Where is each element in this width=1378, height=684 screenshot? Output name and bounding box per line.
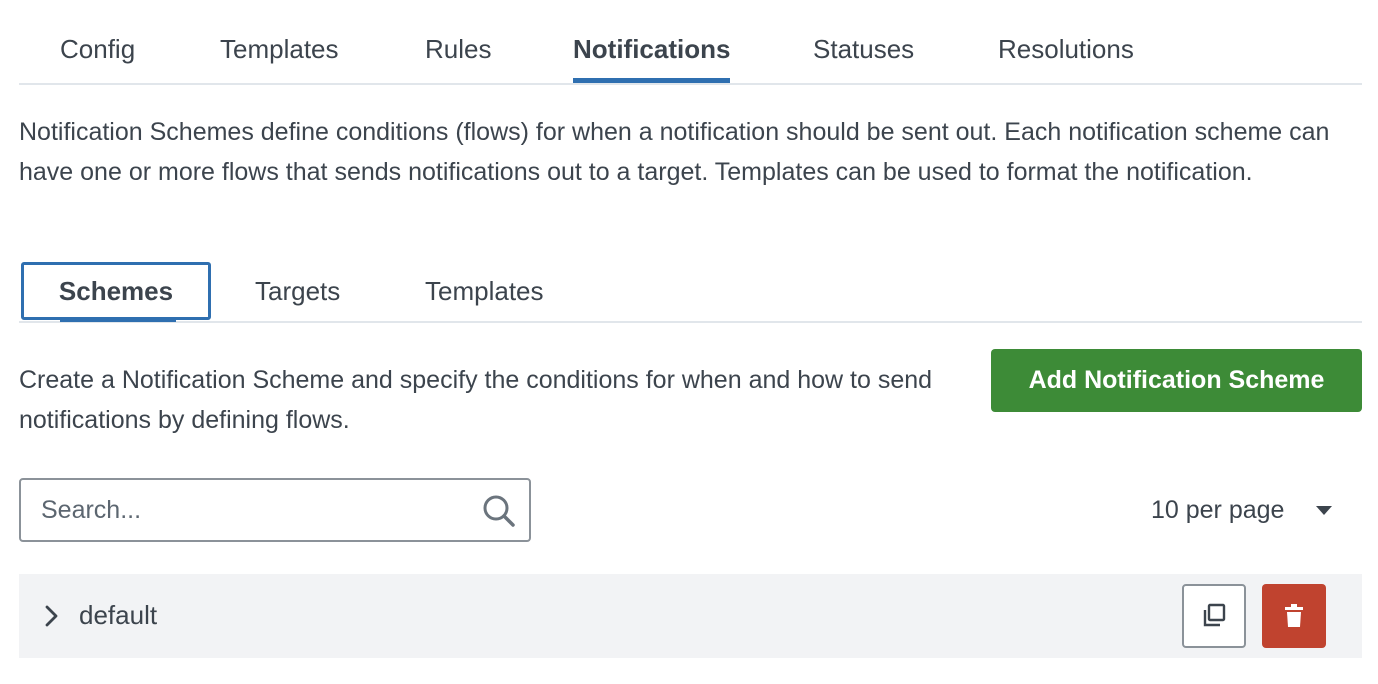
tab-label: Config — [60, 34, 136, 64]
tab-rules[interactable]: Rules — [425, 34, 491, 65]
sub-tab-bar: Schemes Targets Templates — [19, 262, 1362, 323]
per-page-select[interactable]: 10 per page — [1130, 486, 1362, 534]
active-tab-indicator — [60, 317, 176, 322]
trash-icon — [1285, 604, 1303, 627]
tab-resolutions[interactable]: Resolutions — [998, 34, 1134, 65]
delete-button[interactable] — [1262, 584, 1326, 648]
tab-label: Schemes — [58, 275, 174, 306]
tab-label: Resolutions — [998, 34, 1134, 64]
search-icon[interactable] — [481, 493, 517, 529]
tab-label: Statuses — [813, 34, 915, 64]
add-notification-scheme-button[interactable]: Add Notification Scheme — [991, 349, 1362, 412]
search-input[interactable] — [41, 480, 481, 540]
clone-button[interactable] — [1182, 584, 1246, 648]
clone-icon — [1203, 603, 1226, 627]
scheme-name: default — [79, 600, 158, 630]
tab-label: Targets — [255, 275, 341, 306]
tab-statuses[interactable]: Statuses — [813, 34, 914, 65]
per-page-value: 10 per page — [1151, 495, 1285, 524]
tab-label: Templates — [425, 275, 544, 306]
top-tab-bar: Config Templates Rules Notifications Sta… — [19, 0, 1362, 85]
scheme-row: default — [19, 574, 1362, 658]
intro-text: Notification Schemes define conditions (… — [19, 118, 1330, 186]
subtab-targets[interactable]: Targets — [255, 262, 340, 320]
caret-down-icon — [1316, 506, 1332, 515]
tab-config[interactable]: Config — [60, 34, 135, 65]
active-tab-indicator — [573, 78, 731, 83]
subtab-templates[interactable]: Templates — [425, 262, 544, 320]
tab-label: Rules — [425, 34, 492, 64]
tab-notifications[interactable]: Notifications — [573, 34, 731, 83]
search-box — [19, 478, 531, 542]
subtab-schemes[interactable]: Schemes — [21, 262, 211, 322]
chevron-right-icon[interactable] — [41, 603, 63, 629]
tab-label: Templates — [220, 34, 339, 64]
tab-label: Notifications — [573, 34, 731, 64]
schemes-description: Create a Notification Scheme and specify… — [19, 366, 933, 434]
tab-templates[interactable]: Templates — [220, 34, 339, 65]
